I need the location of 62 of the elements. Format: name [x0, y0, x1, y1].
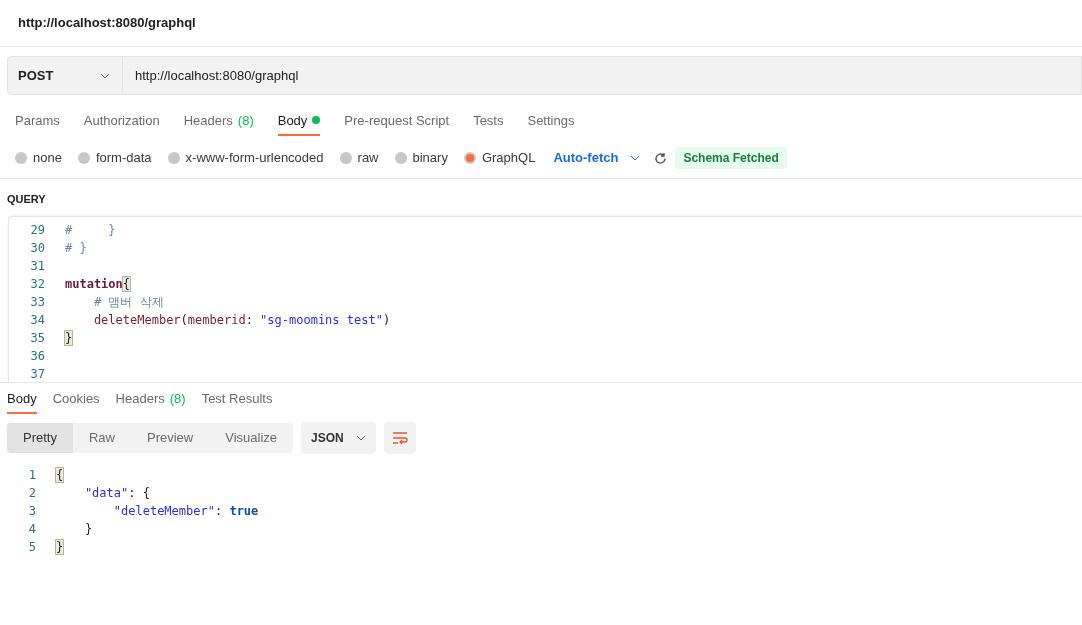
radio-button[interactable]	[394, 152, 407, 164]
tab[interactable]: Settings	[527, 111, 575, 136]
format-dropdown[interactable]: JSON	[301, 422, 376, 454]
line-number: 4	[27, 521, 36, 538]
tab[interactable]: Cookies	[52, 389, 100, 414]
line-number: 37	[29, 366, 45, 382]
tab[interactable]: Test Results	[201, 389, 273, 414]
line-number: 36	[29, 348, 45, 365]
view-mode-tab[interactable]: Visualize	[209, 423, 294, 453]
radio-option[interactable]: GraphQL	[463, 148, 536, 168]
tab[interactable]: Tests	[473, 111, 504, 136]
code-line: }	[83, 521, 93, 538]
radio-button[interactable]	[15, 152, 27, 164]
line-number: 35	[29, 330, 45, 347]
tab[interactable]: Params	[15, 111, 60, 136]
tab[interactable]: Headers (8)	[115, 389, 186, 414]
tab[interactable]: Headers (8)	[183, 111, 254, 136]
line-number: 2	[27, 485, 36, 502]
code-line: # }	[64, 222, 116, 239]
radio-button[interactable]	[339, 152, 352, 164]
line-number: 29	[29, 222, 45, 239]
status-badge: Schema Fetched	[675, 147, 787, 169]
line-number: 30	[29, 240, 45, 257]
radio-button[interactable]	[167, 152, 180, 164]
radio-button[interactable]	[77, 152, 90, 164]
line-number: 33	[29, 294, 45, 311]
radio-button[interactable]	[463, 152, 476, 164]
code-line: # 맴버 삭제	[92, 294, 164, 311]
code-line: "deleteMember": true	[112, 503, 259, 520]
line-number: 32	[29, 276, 45, 293]
radio-option[interactable]: raw	[339, 148, 379, 168]
radio-option[interactable]: form-data	[77, 148, 152, 168]
radio-option[interactable]: binary	[394, 148, 448, 168]
refresh-icon[interactable]	[654, 151, 668, 165]
tab[interactable]: Body	[7, 389, 37, 414]
count-label: (8)	[169, 390, 186, 408]
line-number: 5	[27, 539, 36, 556]
radio-option[interactable]: none	[15, 148, 62, 168]
chevron-down-icon	[630, 155, 641, 161]
tab[interactable]: Body	[277, 111, 321, 136]
radio-option[interactable]: x-www-form-urlencoded	[167, 148, 324, 168]
view-mode-tab[interactable]: Preview	[131, 423, 210, 453]
view-mode-tab[interactable]: Pretty	[7, 423, 73, 453]
view-mode-tab[interactable]: Raw	[72, 423, 131, 453]
code-line: "data": {	[83, 485, 150, 502]
line-number: 1	[27, 467, 36, 484]
line-number: 34	[29, 312, 45, 329]
auto-fetch-dropdown[interactable]: Auto-fetch	[553, 148, 641, 168]
line-number: 3	[27, 503, 36, 520]
wrap-lines-button[interactable]	[383, 422, 416, 454]
tab[interactable]: Authorization	[83, 111, 160, 136]
chevron-down-icon	[355, 435, 366, 441]
window-title: http://localhost:8080/graphql	[18, 14, 196, 33]
line-number: 31	[29, 258, 45, 275]
section-label: QUERY	[7, 193, 46, 205]
code-line: mutation{	[64, 276, 131, 293]
tab[interactable]: Pre-request Script	[344, 111, 450, 136]
code-line: # }	[64, 240, 87, 257]
query-editor[interactable]: 29 # } 30 # } 31 32 mutation{ 33 # 맴버 삭제 34 deleteMember(memberid: "sg-moomins test") 35 } 36 37	[8, 216, 1082, 382]
count-label: (8)	[237, 112, 254, 130]
code-line: deleteMember(memberid: "sg-moomins test")	[92, 312, 391, 329]
wrap-lines-icon	[391, 431, 408, 445]
